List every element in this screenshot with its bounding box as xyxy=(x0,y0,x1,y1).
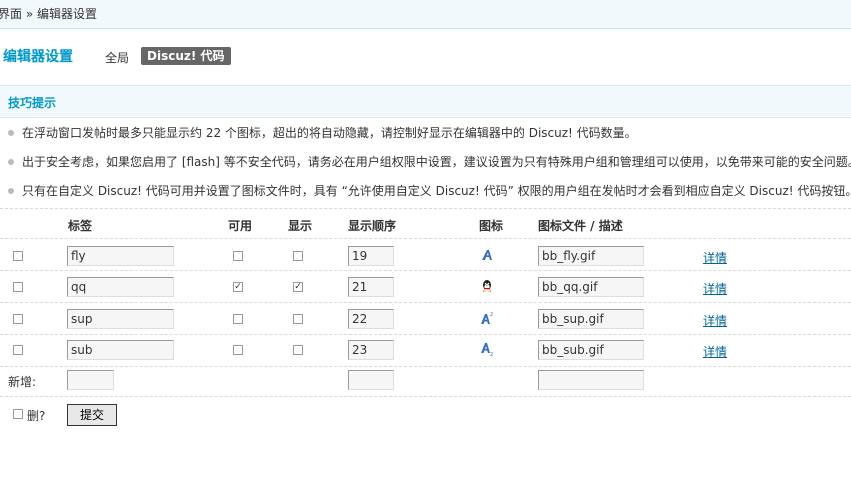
available-checkbox[interactable]: ✓ xyxy=(233,282,243,292)
available-checkbox[interactable] xyxy=(233,314,243,324)
header-available: 可用 xyxy=(228,219,253,233)
header-tag: 标签 xyxy=(68,219,93,233)
tag-input[interactable]: fly xyxy=(67,246,174,266)
icon-file-input[interactable]: bb_sub.gif xyxy=(538,340,644,360)
divider xyxy=(0,302,851,303)
available-checkbox[interactable] xyxy=(233,345,243,355)
tag-input[interactable]: sub xyxy=(67,340,174,360)
row-select-checkbox[interactable] xyxy=(13,314,23,324)
display-checkbox[interactable] xyxy=(293,251,303,261)
tab-global[interactable]: 全局 xyxy=(105,49,129,66)
divider xyxy=(0,366,851,367)
row-select-checkbox[interactable] xyxy=(13,251,23,261)
tip-item: 在浮动窗口发帖时最多只能显示约 22 个图标，超出的将自动隐藏，请控制好显示在编… xyxy=(8,124,637,141)
new-row-label: 新增: xyxy=(8,375,37,389)
order-input[interactable]: 22 xyxy=(348,309,394,329)
new-tag-input[interactable] xyxy=(67,370,114,390)
bullet-icon xyxy=(8,129,14,136)
svg-text:2: 2 xyxy=(490,352,493,356)
tips-title: 技巧提示 xyxy=(8,96,57,110)
row-select-checkbox[interactable] xyxy=(13,282,23,292)
bullet-icon xyxy=(8,158,14,165)
display-checkbox[interactable]: ✓ xyxy=(293,282,303,292)
fly-icon xyxy=(482,250,492,260)
header-display: 显示 xyxy=(288,219,313,233)
qq-penguin-icon xyxy=(483,280,491,292)
delete-label: 删? xyxy=(27,409,46,423)
detail-link[interactable]: 详情 xyxy=(703,343,727,360)
bullet-icon xyxy=(8,187,14,194)
new-order-input[interactable] xyxy=(348,370,394,390)
display-checkbox[interactable] xyxy=(293,314,303,324)
tab-discuz-code[interactable]: Discuz! 代码 xyxy=(141,47,231,65)
divider xyxy=(0,208,851,209)
page-title: 编辑器设置 xyxy=(3,49,73,65)
detail-link[interactable]: 详情 xyxy=(703,280,727,297)
available-checkbox[interactable] xyxy=(233,251,243,261)
divider xyxy=(0,238,851,239)
superscript-icon: 2 xyxy=(481,312,493,324)
icon-file-input[interactable]: bb_sup.gif xyxy=(538,309,644,329)
order-input[interactable]: 21 xyxy=(348,277,394,297)
breadcrumb: 界面 » 编辑器设置 xyxy=(0,0,851,29)
order-input[interactable]: 19 xyxy=(348,246,394,266)
detail-link[interactable]: 详情 xyxy=(703,249,727,266)
divider xyxy=(0,334,851,335)
display-checkbox[interactable] xyxy=(293,345,303,355)
svg-text:2: 2 xyxy=(490,312,493,318)
header-icon-file: 图标文件 / 描述 xyxy=(538,219,623,233)
icon-file-input[interactable]: bb_qq.gif xyxy=(538,277,644,297)
tip-item: 只有在自定义 Discuz! 代码可用并设置了图标文件时，具有 “允许使用自定义… xyxy=(8,182,851,199)
tip-item: 出于安全考虑，如果您启用了 [flash] 等不安全代码，请务必在用户组权限中设… xyxy=(8,153,851,170)
order-input[interactable]: 23 xyxy=(348,340,394,360)
detail-link[interactable]: 详情 xyxy=(703,312,727,329)
divider xyxy=(0,270,851,271)
icon-file-input[interactable]: bb_fly.gif xyxy=(538,246,644,266)
delete-all-checkbox[interactable] xyxy=(13,409,23,419)
subscript-icon: 2 xyxy=(481,343,493,356)
row-select-checkbox[interactable] xyxy=(13,345,23,355)
header-order: 显示顺序 xyxy=(348,219,397,233)
submit-button[interactable]: 提交 xyxy=(67,404,117,426)
tag-input[interactable]: qq xyxy=(67,277,174,297)
new-icon-file-input[interactable] xyxy=(538,370,644,390)
header-icon: 图标 xyxy=(479,219,504,233)
divider xyxy=(0,396,851,397)
tips-header: 技巧提示 xyxy=(0,85,851,118)
breadcrumb-text: 界面 » 编辑器设置 xyxy=(0,7,97,21)
tag-input[interactable]: sup xyxy=(67,309,174,329)
